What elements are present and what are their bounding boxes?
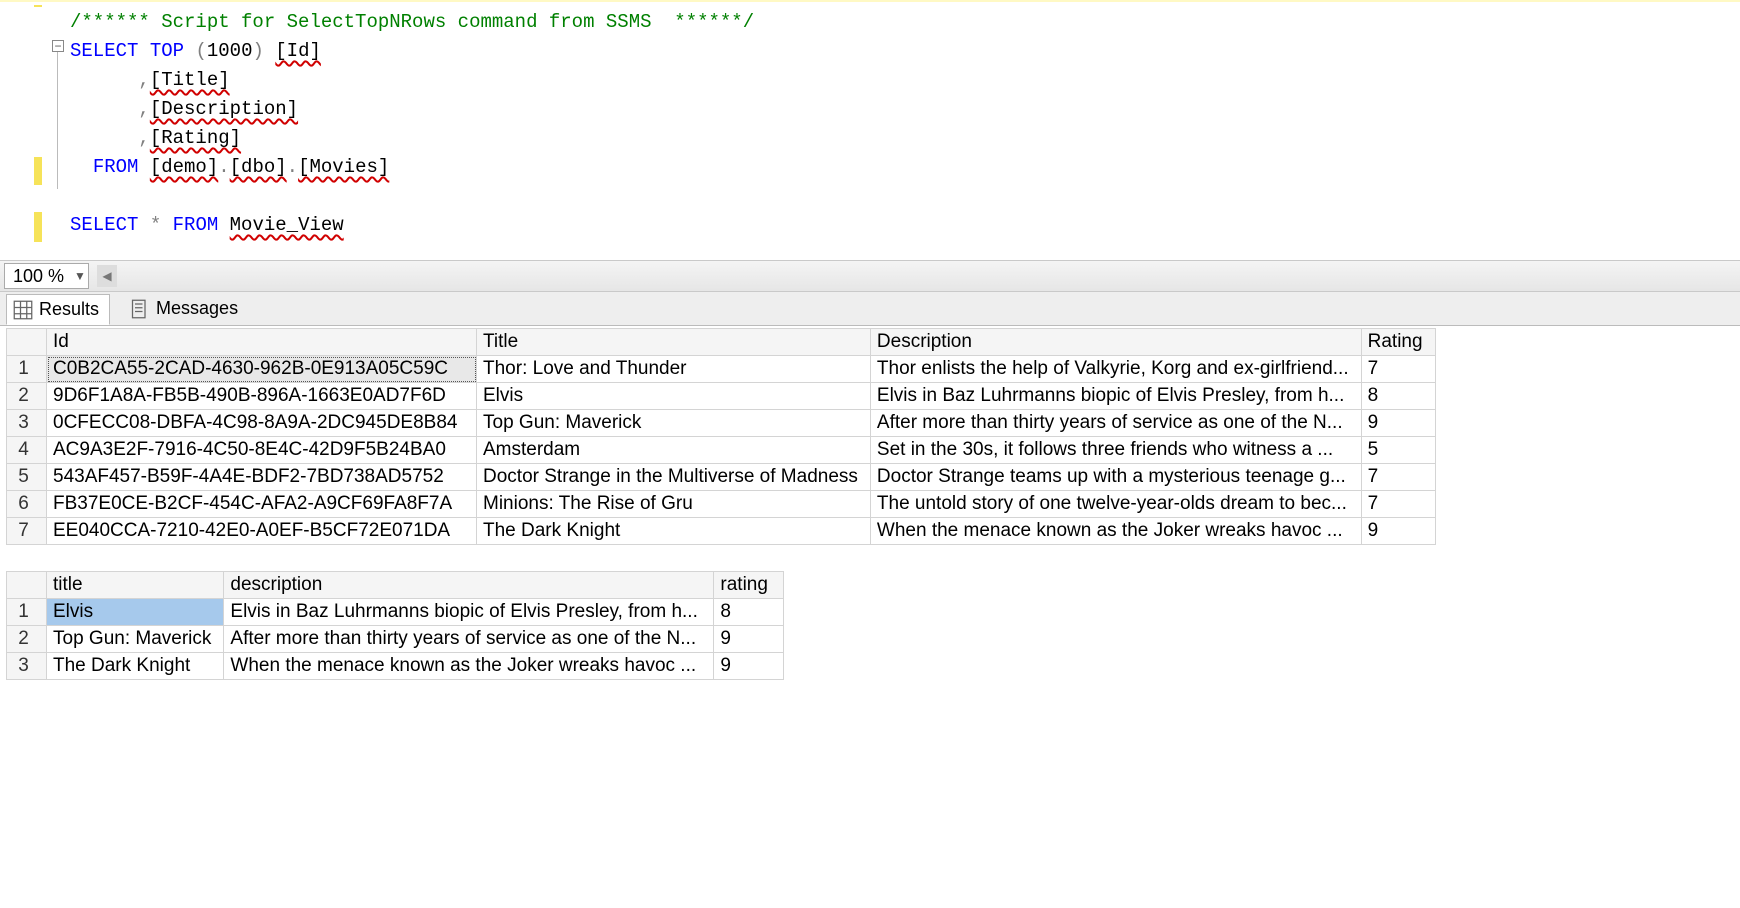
cell-title[interactable]: Amsterdam	[477, 437, 871, 464]
row-header[interactable]: 2	[7, 626, 47, 653]
cell-title[interactable]: The Dark Knight	[477, 518, 871, 545]
cell-title[interactable]: Elvis	[47, 599, 224, 626]
zoom-combo[interactable]: 100 % ▼	[4, 263, 89, 289]
table-row[interactable]: 30CFECC08-DBFA-4C98-8A9A-2DC945DE8B84Top…	[7, 410, 1436, 437]
results-pane: Id Title Description Rating 1C0B2CA55-2C…	[0, 326, 1740, 904]
row-header[interactable]: 1	[7, 356, 47, 383]
row-header[interactable]: 4	[7, 437, 47, 464]
header-row: Id Title Description Rating	[7, 329, 1436, 356]
cell-title[interactable]: The Dark Knight	[47, 653, 224, 680]
cell-id[interactable]: 0CFECC08-DBFA-4C98-8A9A-2DC945DE8B84	[47, 410, 477, 437]
col-header-desc[interactable]: Description	[870, 329, 1361, 356]
cell-title[interactable]: Minions: The Rise of Gru	[477, 491, 871, 518]
row-header[interactable]: 7	[7, 518, 47, 545]
row-header[interactable]: 5	[7, 464, 47, 491]
cell-id[interactable]: AC9A3E2F-7916-4C50-8E4C-42D9F5B24BA0	[47, 437, 477, 464]
table-row[interactable]: 1ElvisElvis in Baz Luhrmanns biopic of E…	[7, 599, 784, 626]
table-row[interactable]: 1C0B2CA55-2CAD-4630-962B-0E913A05C59CTho…	[7, 356, 1436, 383]
change-marker	[34, 5, 42, 7]
change-marker	[34, 212, 42, 242]
chevron-down-icon[interactable]: ▼	[74, 269, 86, 283]
cell-desc[interactable]: When the menace known as the Joker wreak…	[870, 518, 1361, 545]
cell-desc[interactable]: After more than thirty years of service …	[224, 626, 714, 653]
zoom-value: 100 %	[13, 266, 64, 287]
result-grid-2[interactable]: title description rating 1ElvisElvis in …	[6, 571, 1740, 680]
code-text[interactable]: /****** Script for SelectTopNRows comman…	[70, 8, 1740, 240]
cell-title[interactable]: Top Gun: Maverick	[477, 410, 871, 437]
cell-id[interactable]: 543AF457-B59F-4A4E-BDF2-7BD738AD5752	[47, 464, 477, 491]
cell-rating[interactable]: 9	[714, 653, 784, 680]
table-row[interactable]: 4AC9A3E2F-7916-4C50-8E4C-42D9F5B24BA0Ams…	[7, 437, 1436, 464]
sql-editor[interactable]: − /****** Script for SelectTopNRows comm…	[0, 0, 1740, 260]
cell-desc[interactable]: After more than thirty years of service …	[870, 410, 1361, 437]
cell-desc[interactable]: The untold story of one twelve-year-olds…	[870, 491, 1361, 518]
cell-rating[interactable]: 7	[1361, 491, 1435, 518]
document-icon	[130, 299, 150, 319]
fold-guideline	[57, 52, 58, 189]
cell-desc[interactable]: Elvis in Baz Luhrmanns biopic of Elvis P…	[224, 599, 714, 626]
cell-title[interactable]: Top Gun: Maverick	[47, 626, 224, 653]
header-row: title description rating	[7, 572, 784, 599]
cell-desc[interactable]: Set in the 30s, it follows three friends…	[870, 437, 1361, 464]
cell-id[interactable]: FB37E0CE-B2CF-454C-AFA2-A9CF69FA8F7A	[47, 491, 477, 518]
table-row[interactable]: 7EE040CCA-7210-42E0-A0EF-B5CF72E071DAThe…	[7, 518, 1436, 545]
table-row[interactable]: 5543AF457-B59F-4A4E-BDF2-7BD738AD5752Doc…	[7, 464, 1436, 491]
table-row[interactable]: 6FB37E0CE-B2CF-454C-AFA2-A9CF69FA8F7AMin…	[7, 491, 1436, 518]
row-header[interactable]: 3	[7, 410, 47, 437]
cell-title[interactable]: Doctor Strange in the Multiverse of Madn…	[477, 464, 871, 491]
cell-id[interactable]: EE040CCA-7210-42E0-A0EF-B5CF72E071DA	[47, 518, 477, 545]
col-header-rating[interactable]: Rating	[1361, 329, 1435, 356]
corner-cell	[7, 572, 47, 599]
cell-id[interactable]: C0B2CA55-2CAD-4630-962B-0E913A05C59C	[47, 356, 477, 383]
cell-desc[interactable]: Elvis in Baz Luhrmanns biopic of Elvis P…	[870, 383, 1361, 410]
row-header[interactable]: 6	[7, 491, 47, 518]
editor-status-bar: 100 % ▼ ◀	[0, 260, 1740, 292]
row-header[interactable]: 1	[7, 599, 47, 626]
cell-rating[interactable]: 9	[1361, 410, 1435, 437]
result-grid-1[interactable]: Id Title Description Rating 1C0B2CA55-2C…	[6, 328, 1740, 545]
cell-rating[interactable]: 5	[1361, 437, 1435, 464]
results-tabs: Results Messages	[0, 292, 1740, 326]
cell-desc[interactable]: Thor enlists the help of Valkyrie, Korg …	[870, 356, 1361, 383]
change-marker	[34, 157, 42, 185]
cell-rating[interactable]: 8	[714, 599, 784, 626]
col-header-id[interactable]: Id	[47, 329, 477, 356]
cell-rating[interactable]: 8	[1361, 383, 1435, 410]
cell-rating[interactable]: 9	[714, 626, 784, 653]
grid-icon	[13, 300, 33, 320]
corner-cell	[7, 329, 47, 356]
col-header-rating[interactable]: rating	[714, 572, 784, 599]
table-row[interactable]: 29D6F1A8A-FB5B-490B-896A-1663E0AD7F6DElv…	[7, 383, 1436, 410]
col-header-title[interactable]: title	[47, 572, 224, 599]
tab-messages[interactable]: Messages	[124, 294, 248, 323]
hscroll-left-button[interactable]: ◀	[97, 265, 117, 287]
table-row[interactable]: 3The Dark KnightWhen the menace known as…	[7, 653, 784, 680]
tab-label: Results	[39, 299, 99, 320]
cell-rating[interactable]: 7	[1361, 464, 1435, 491]
tab-label: Messages	[156, 298, 238, 319]
col-header-desc[interactable]: description	[224, 572, 714, 599]
cell-desc[interactable]: When the menace known as the Joker wreak…	[224, 653, 714, 680]
cell-rating[interactable]: 9	[1361, 518, 1435, 545]
cell-title[interactable]: Thor: Love and Thunder	[477, 356, 871, 383]
cell-id[interactable]: 9D6F1A8A-FB5B-490B-896A-1663E0AD7F6D	[47, 383, 477, 410]
cell-title[interactable]: Elvis	[477, 383, 871, 410]
tab-results[interactable]: Results	[6, 294, 110, 325]
cell-rating[interactable]: 7	[1361, 356, 1435, 383]
row-header[interactable]: 2	[7, 383, 47, 410]
cell-desc[interactable]: Doctor Strange teams up with a mysteriou…	[870, 464, 1361, 491]
col-header-title[interactable]: Title	[477, 329, 871, 356]
fold-toggle[interactable]: −	[52, 40, 64, 52]
table-row[interactable]: 2Top Gun: MaverickAfter more than thirty…	[7, 626, 784, 653]
row-header[interactable]: 3	[7, 653, 47, 680]
